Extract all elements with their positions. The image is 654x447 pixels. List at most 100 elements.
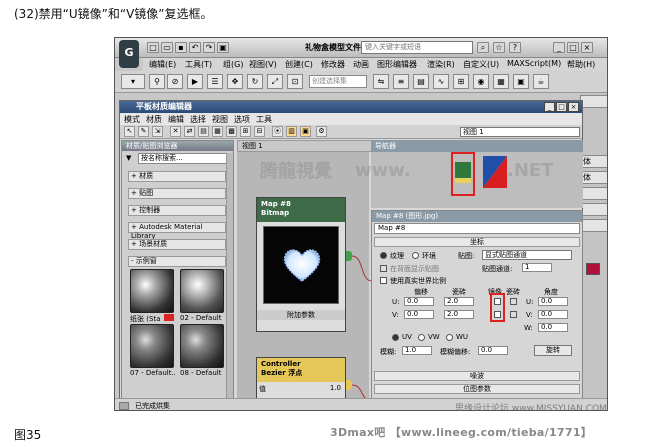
browser-scrollbar[interactable]	[226, 153, 233, 403]
curve-editor-icon[interactable]: ∿	[433, 74, 449, 89]
select-by-name-icon[interactable]: ☰	[207, 74, 223, 89]
command-panel-button[interactable]	[580, 95, 607, 108]
render-icon[interactable]: ☕	[533, 74, 549, 89]
select-tool-icon[interactable]: ↖	[124, 126, 135, 137]
map-name-field[interactable]: Map #8	[374, 223, 580, 234]
sme-menu-edit[interactable]: 编辑	[168, 114, 184, 125]
sme-menu-material[interactable]: 材质	[146, 114, 162, 125]
menu-customize[interactable]: 自定义(U)	[463, 59, 499, 70]
uv-radio[interactable]	[392, 334, 399, 341]
browser-options-icon[interactable]: ▼	[126, 154, 131, 162]
hide-unused-icon[interactable]: ▤	[198, 126, 209, 137]
material-editor-icon[interactable]: ◉	[473, 74, 489, 89]
render-setup-icon[interactable]: ▦	[493, 74, 509, 89]
menu-tools[interactable]: 工具(T)	[185, 59, 212, 70]
sme-menu-options[interactable]: 选项	[234, 114, 250, 125]
layout-all-icon[interactable]: ⊞	[240, 126, 251, 137]
save-icon[interactable]: ▪	[175, 42, 187, 53]
map-channel-spinner[interactable]: 1	[522, 263, 552, 272]
menu-maxscript[interactable]: MAXScript(M)	[507, 59, 561, 68]
maximize-icon[interactable]: □	[567, 42, 579, 53]
redo-icon[interactable]: ↷	[203, 42, 215, 53]
v-angle-spinner[interactable]: 0.0	[538, 310, 568, 319]
help-search-input[interactable]: 键入关键字或短语	[361, 41, 473, 54]
v-tile-checkbox[interactable]	[510, 311, 517, 318]
u-angle-spinner[interactable]: 0.0	[538, 297, 568, 306]
project-icon[interactable]: ▣	[217, 42, 229, 53]
rollout-maps[interactable]: + 贴图	[128, 188, 226, 199]
snap-icon[interactable]: ⊡	[287, 74, 303, 89]
menu-graph-editors[interactable]: 图形编辑器	[377, 59, 417, 70]
command-panel-button[interactable]	[580, 219, 607, 232]
u-offset-spinner[interactable]: 0.0	[404, 297, 434, 306]
u-tile-checkbox[interactable]	[510, 298, 517, 305]
sme-minimize-icon[interactable]: _	[544, 102, 555, 112]
unlink-icon[interactable]: ⊘	[167, 74, 183, 89]
real-world-scale-checkbox[interactable]	[380, 277, 387, 284]
bitmap-node[interactable]: Map #8 Bitmap 附加参数	[256, 197, 346, 332]
menu-views[interactable]: 视图(V)	[249, 59, 277, 70]
command-panel-button[interactable]	[580, 187, 607, 200]
move-children-icon[interactable]: ⇄	[184, 126, 195, 137]
rollout-autodesk-library[interactable]: + Autodesk Material Library	[128, 222, 226, 240]
minimize-icon[interactable]: _	[553, 42, 565, 53]
menu-animation[interactable]: 动画	[353, 59, 369, 70]
rollout-sample-slots[interactable]: - 示例窗	[128, 256, 226, 267]
menu-modifiers[interactable]: 修改器	[321, 59, 345, 70]
rollout-scene-materials[interactable]: + 场景材质	[128, 239, 226, 250]
u-tiling-spinner[interactable]: 2.0	[444, 297, 474, 306]
command-panel-button[interactable]	[580, 203, 607, 216]
scale-icon[interactable]: ⤢	[267, 74, 283, 89]
rollout-controllers[interactable]: + 控制器	[128, 205, 226, 216]
search-icon[interactable]: ⌕	[477, 42, 489, 53]
w-angle-spinner[interactable]: 0.0	[538, 323, 568, 332]
value-field[interactable]: 1.0	[330, 384, 341, 392]
menu-group[interactable]: 组(G)	[223, 59, 243, 70]
vw-radio[interactable]	[418, 334, 425, 341]
close-icon[interactable]: ×	[581, 42, 593, 53]
node-extra-params[interactable]: 附加参数	[257, 310, 345, 320]
favorites-icon[interactable]: ☆	[493, 42, 505, 53]
rotate-button[interactable]: 旋转	[534, 345, 572, 356]
sme-menu-mode[interactable]: 模式	[124, 114, 140, 125]
menu-edit[interactable]: 编辑(E)	[149, 59, 176, 70]
material-id-icon[interactable]: ⦿	[272, 126, 283, 137]
v-offset-spinner[interactable]: 0.0	[404, 310, 434, 319]
sme-maximize-icon[interactable]: □	[556, 102, 567, 112]
layout-children-icon[interactable]: ⊟	[254, 126, 265, 137]
sample-swatch[interactable]	[130, 324, 174, 368]
command-panel-button[interactable]: 体	[580, 171, 607, 184]
app-logo-icon[interactable]: G	[119, 40, 139, 68]
environment-radio[interactable]	[412, 252, 419, 259]
sme-menu-tools[interactable]: 工具	[256, 114, 272, 125]
mirror-icon[interactable]: ⇋	[373, 74, 389, 89]
browser-search-input[interactable]: 按名称搜索...	[138, 153, 230, 164]
link-icon[interactable]: ⚲	[149, 74, 165, 89]
sample-swatch[interactable]	[180, 269, 224, 313]
sme-menu-select[interactable]: 选择	[190, 114, 206, 125]
align-icon[interactable]: ≡	[393, 74, 409, 89]
blur-spinner[interactable]: 1.0	[402, 346, 432, 355]
assign-material-icon[interactable]: ⇲	[152, 126, 163, 137]
rollout-materials[interactable]: + 材质	[128, 171, 226, 182]
texture-radio[interactable]	[380, 252, 387, 259]
sample-swatch[interactable]	[130, 269, 174, 313]
pick-material-icon[interactable]: ✎	[138, 126, 149, 137]
undo-icon[interactable]: ↶	[189, 42, 201, 53]
delete-icon[interactable]: ✕	[170, 126, 181, 137]
view-select-dropdown[interactable]: 视图 1	[460, 127, 580, 137]
help-icon[interactable]: ?	[509, 42, 521, 53]
navigator-icon[interactable]: ▣	[300, 126, 311, 137]
menu-help[interactable]: 帮助(H)	[567, 59, 595, 70]
navigator-view[interactable]: www. .NET	[355, 152, 583, 208]
named-selection-dropdown[interactable]: 创建选择集	[309, 75, 367, 88]
show-map-icon[interactable]: ▦	[212, 126, 223, 137]
blur-offset-spinner[interactable]: 0.0	[478, 346, 508, 355]
show-map-back-checkbox[interactable]	[380, 265, 387, 272]
mapping-dropdown[interactable]: 显式贴图通道	[482, 250, 572, 260]
bitmap-params-rollout[interactable]: 位图参数	[374, 384, 580, 394]
schematic-icon[interactable]: ⊞	[453, 74, 469, 89]
sme-menu-view[interactable]: 视图	[212, 114, 228, 125]
v-tiling-spinner[interactable]: 2.0	[444, 310, 474, 319]
layer-icon[interactable]: ▤	[413, 74, 429, 89]
